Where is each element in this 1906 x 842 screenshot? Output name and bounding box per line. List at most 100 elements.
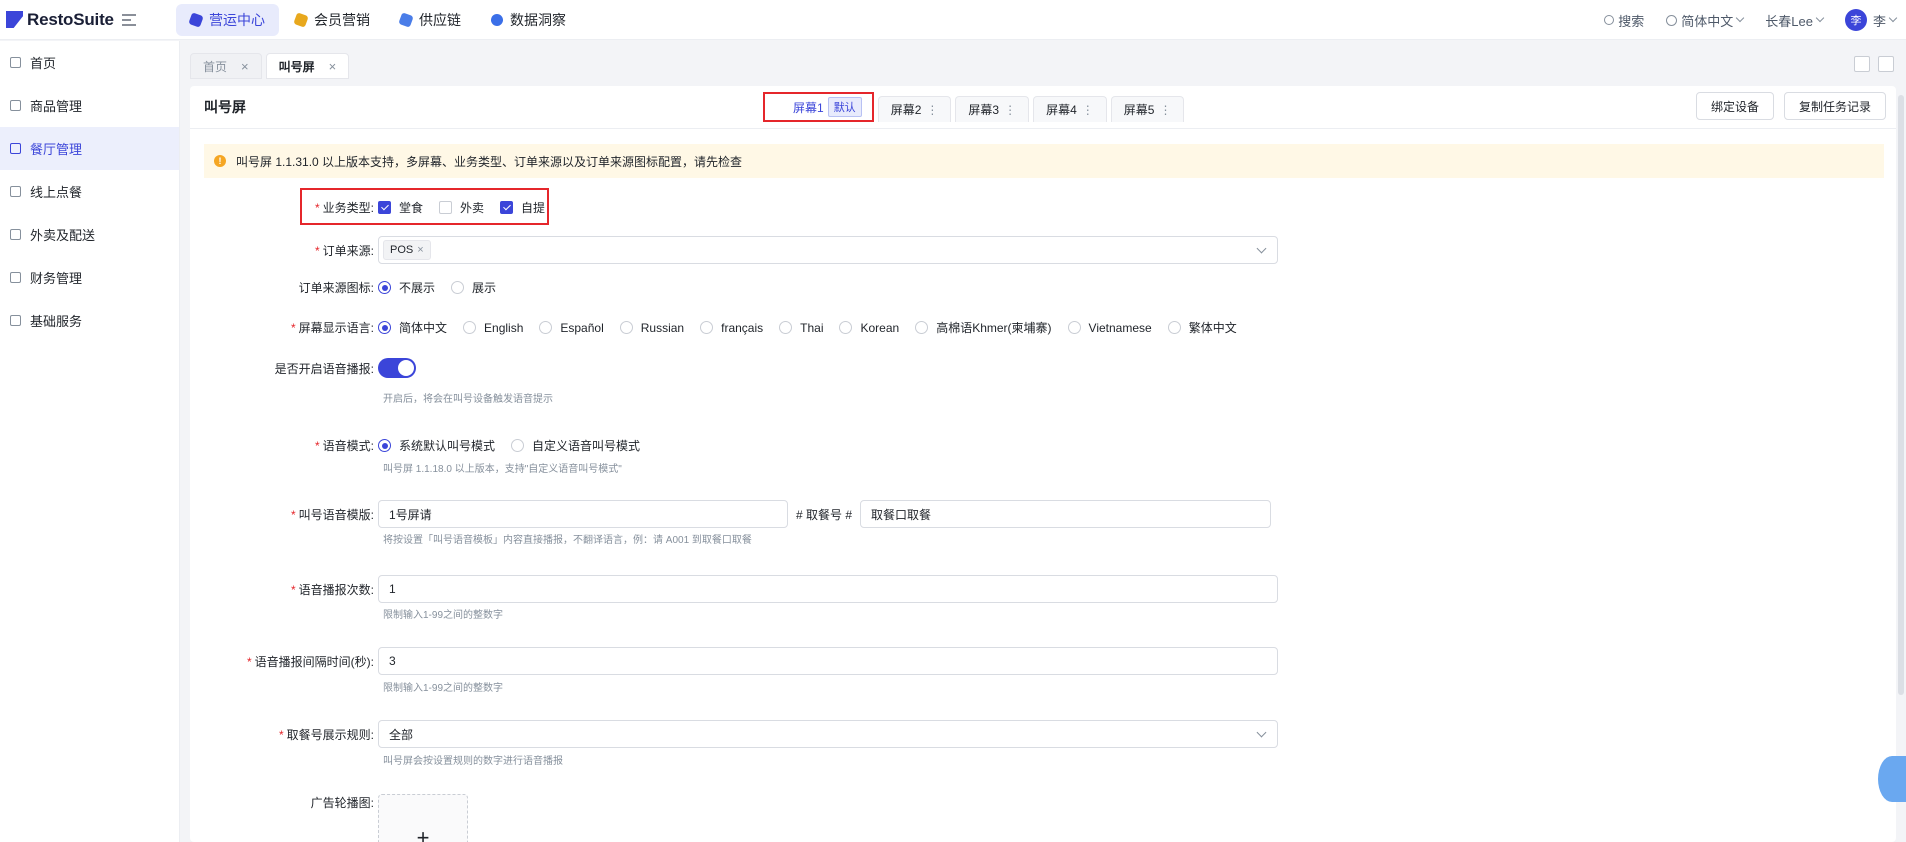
radio[interactable] — [511, 439, 525, 452]
radio[interactable] — [915, 321, 929, 334]
copy-task-log-button[interactable]: 复制任务记录 — [1783, 92, 1886, 120]
sidebar-item-restaurant[interactable]: 餐厅管理 — [0, 127, 179, 170]
close-icon[interactable]: × — [241, 59, 249, 74]
warning-icon: ! — [214, 155, 226, 167]
page-tab-call-screen[interactable]: 叫号屏 × — [265, 53, 350, 79]
fullscreen-icon[interactable] — [1878, 56, 1894, 72]
menu-collapse-icon[interactable] — [121, 13, 136, 26]
template-prefix-input[interactable]: 1号屏请 — [378, 500, 788, 528]
language-row: * 屏幕显示语言: 简体中文 English Español Russian fr… — [190, 319, 1253, 336]
more-icon[interactable]: ⋮ — [1004, 103, 1016, 117]
tab-screen-3[interactable]: 屏幕3 ⋮ — [955, 96, 1030, 122]
radio-show[interactable]: 展示 — [451, 279, 496, 296]
option-label: 展示 — [472, 281, 497, 295]
user-menu[interactable]: 李李 — [1844, 9, 1898, 31]
radio-khmer[interactable]: 高棉语Khmer(柬埔寨) — [915, 319, 1052, 336]
more-icon[interactable]: ⋮ — [1159, 103, 1171, 117]
top-right-tools: 搜索 简体中文 长春Lee 李李 — [1582, 0, 1898, 40]
radio-russian[interactable]: Russian — [619, 320, 685, 335]
assistant-mascot-icon[interactable] — [1878, 756, 1906, 802]
close-icon[interactable]: × — [329, 59, 337, 74]
interval-hint: 限制输入1-99之间的整数字 — [383, 683, 504, 694]
radio[interactable] — [619, 321, 633, 334]
sidebar-item-basic[interactable]: 基础服务 — [0, 299, 179, 342]
sidebar-item-finance[interactable]: 财务管理 — [0, 256, 179, 299]
option-label: 高棉语Khmer(柬埔寨) — [936, 321, 1052, 335]
times-hint: 限制输入1-99之间的整数字 — [383, 610, 504, 621]
radio-zh-tw[interactable]: 繁体中文 — [1167, 319, 1237, 336]
nav-tab-label: 数据洞察 — [510, 11, 566, 28]
template-suffix-input[interactable]: 取餐口取餐 — [860, 500, 1272, 528]
header-actions: 绑定设备 复制任务记录 — [1686, 92, 1886, 120]
window-controls — [1846, 56, 1894, 72]
rule-row: * 取餐号展示规则: 全部 — [190, 720, 1278, 748]
voice-mode-label: * 语音模式: — [314, 439, 374, 453]
option-label: 简体中文 — [399, 321, 448, 335]
radio[interactable] — [1167, 321, 1181, 334]
radio-zh-cn[interactable]: 简体中文 — [378, 319, 447, 336]
nav-tab-insights[interactable]: 数据洞察 — [477, 4, 580, 36]
option-label: 自定义语音叫号模式 — [532, 439, 641, 453]
radio-default-mode[interactable]: 系统默认叫号模式 — [378, 437, 495, 454]
interval-input[interactable]: 3 — [378, 647, 1278, 675]
radio[interactable] — [378, 439, 391, 452]
logo-icon — [6, 11, 23, 28]
store-icon — [10, 143, 21, 154]
radio[interactable] — [463, 321, 477, 334]
option-label: 繁体中文 — [1188, 321, 1237, 335]
tab-screen-2[interactable]: 屏幕2 ⋮ — [877, 96, 952, 122]
sidebar-item-delivery[interactable]: 外卖及配送 — [0, 213, 179, 256]
radio[interactable] — [378, 281, 391, 294]
radio-hide[interactable]: 不展示 — [378, 279, 435, 296]
page-tab-home[interactable]: 首页 × — [190, 53, 262, 79]
radio[interactable] — [451, 281, 465, 294]
tab-screen-5[interactable]: 屏幕5 ⋮ — [1110, 96, 1185, 122]
radio-spanish[interactable]: Español — [539, 321, 604, 335]
radio-custom-mode[interactable]: 自定义语音叫号模式 — [511, 437, 640, 454]
tab-screen-4[interactable]: 屏幕4 ⋮ — [1033, 96, 1107, 122]
radio[interactable] — [539, 321, 553, 334]
membership-icon — [293, 11, 309, 28]
radio-french[interactable]: français — [700, 321, 763, 335]
close-icon[interactable]: × — [417, 244, 423, 256]
radio[interactable] — [839, 321, 853, 334]
ad-upload-button[interactable]: + — [378, 794, 468, 842]
radio-korean[interactable]: Korean — [839, 321, 899, 335]
radio-vietnamese[interactable]: Vietnamese — [1067, 320, 1152, 335]
chevron-down-icon — [1256, 243, 1267, 254]
nav-tab-membership[interactable]: 会员营销 — [281, 4, 384, 36]
pin-icon[interactable] — [1854, 56, 1870, 72]
order-source-select[interactable]: POS × — [378, 236, 1278, 264]
top-bar: RestoSuite 营运中心 会员营销 供应链 数据洞察 搜索 简体中文 长春… — [0, 0, 1906, 40]
option-label: Vietnamese — [1088, 320, 1152, 335]
bind-device-button[interactable]: 绑定设备 — [1695, 92, 1774, 120]
scrollbar[interactable] — [1898, 95, 1904, 695]
nav-tab-label: 会员营销 — [314, 11, 370, 28]
source-icon-label: 订单来源图标: — [298, 281, 374, 295]
rule-select[interactable]: 全部 — [378, 720, 1278, 748]
radio[interactable] — [378, 321, 391, 334]
sidebar-item-products[interactable]: 商品管理 — [0, 84, 179, 127]
voice-toggle[interactable] — [378, 358, 416, 378]
search-button[interactable]: 搜索 — [1604, 11, 1644, 30]
language-selector[interactable]: 简体中文 — [1666, 11, 1745, 30]
sidebar-item-online-order[interactable]: 线上点餐 — [0, 170, 179, 213]
option-label: Russian — [640, 320, 685, 335]
times-input[interactable]: 1 — [378, 575, 1278, 603]
radio-thai[interactable]: Thai — [779, 321, 823, 335]
radio[interactable] — [1067, 321, 1081, 334]
user-name: 李 — [1872, 13, 1886, 29]
brand-logo[interactable]: RestoSuite — [0, 10, 150, 30]
highlight-box-screen — [763, 93, 876, 127]
nav-tab-supply-chain[interactable]: 供应链 — [386, 4, 475, 36]
radio[interactable] — [779, 321, 793, 334]
nav-tab-operations[interactable]: 营运中心 — [176, 3, 279, 36]
org-selector[interactable]: 长春Lee — [1765, 11, 1825, 30]
voice-enable-row: 是否开启语音播报: — [190, 358, 416, 378]
more-icon[interactable]: ⋮ — [926, 103, 938, 117]
option-label: français — [721, 320, 764, 335]
radio[interactable] — [700, 321, 714, 334]
sidebar-item-home[interactable]: 首页 — [0, 41, 179, 84]
radio-english[interactable]: English — [463, 321, 523, 335]
more-icon[interactable]: ⋮ — [1082, 103, 1094, 117]
